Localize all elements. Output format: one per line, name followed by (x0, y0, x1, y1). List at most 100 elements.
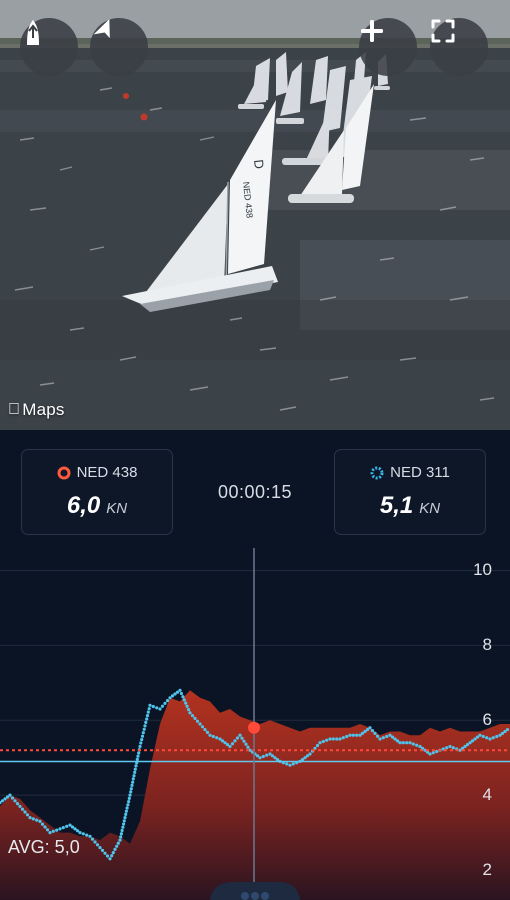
series-point-ned311 (38, 819, 42, 823)
series-point-ned311 (165, 699, 170, 703)
cursor-marker (248, 721, 260, 734)
series-point-ned311 (131, 777, 135, 781)
series-point-ned311 (431, 751, 435, 755)
series-point-ned311 (185, 704, 189, 708)
series-point-ned311 (338, 737, 342, 741)
fullscreen-button[interactable] (430, 18, 488, 76)
series-point-ned311 (411, 742, 415, 746)
series-point-ned311 (261, 754, 265, 759)
y-tick-label: 4 (482, 785, 492, 805)
series-point-ned311 (134, 764, 138, 768)
series-point-ned311 (451, 746, 455, 750)
series-point-ned311 (478, 733, 482, 737)
series-point-ned311 (125, 806, 129, 810)
series-point-ned311 (20, 807, 25, 811)
series-point-ned311 (505, 728, 510, 732)
series-point-ned311 (148, 703, 152, 707)
navigate-button[interactable] (90, 18, 148, 76)
race-timer: 00:00:15 (217, 482, 293, 502)
boat-card-ned311[interactable]: NED 311 5,1 KN (334, 449, 486, 535)
series-point-ned311 (285, 762, 289, 766)
series-point-ned311 (233, 739, 237, 743)
series-point-ned311 (28, 816, 32, 820)
series-point-ned311 (205, 730, 210, 734)
series-point-ned311 (105, 854, 110, 858)
zoom-in-button[interactable] (359, 18, 417, 76)
series-point-ned311 (90, 837, 95, 841)
apple-logo-icon:  (8, 401, 20, 419)
y-tick-label: 8 (482, 635, 492, 655)
series-point-ned311 (108, 857, 112, 861)
series-point-ned311 (88, 834, 92, 838)
series-point-ned311 (110, 854, 114, 858)
series-point-ned311 (10, 796, 15, 800)
boat-card-ned438[interactable]: NED 438 6,0 KN (21, 449, 173, 535)
series-point-ned311 (184, 701, 188, 705)
series-point-ned311 (160, 704, 165, 708)
race-video[interactable]: D NED 438 Maps (0, 0, 510, 430)
series-point-ned311 (240, 736, 244, 740)
series-point-ned311 (124, 809, 128, 813)
series-point-ned311 (495, 734, 499, 739)
series-point-ned311 (131, 780, 135, 784)
series-point-ned311 (193, 716, 197, 720)
series-point-ned311 (321, 739, 325, 744)
series-point-ned311 (115, 844, 119, 848)
series-point-ned311 (23, 810, 27, 814)
series-point-ned311 (45, 828, 50, 832)
series-point-ned311 (127, 800, 131, 804)
series-point-ned311 (129, 787, 133, 791)
series-point-ned311 (158, 707, 162, 711)
speed-chart[interactable]: AVG: 5,0 10 8 6 4 2 (0, 548, 510, 900)
series-point-ned311 (133, 767, 137, 771)
series-point-ned311 (25, 813, 30, 817)
series-point-ned311 (61, 826, 65, 830)
boat-heading-button[interactable] (20, 18, 78, 76)
series-point-ned311 (65, 824, 69, 828)
series-point-ned311 (151, 704, 155, 709)
series-point-ned311 (35, 818, 39, 822)
series-point-ned311 (190, 714, 195, 718)
series-point-ned311 (215, 736, 219, 740)
boat-speed: 6,0 (66, 492, 101, 519)
series-point-ned311 (355, 733, 359, 737)
series-point-ned311 (141, 731, 145, 735)
navigation-arrow-icon (93, 19, 110, 39)
series-point-ned311 (481, 734, 485, 739)
series-point-ned311 (100, 848, 105, 852)
series-point-ned311 (119, 832, 123, 836)
series-point-ned311 (405, 741, 409, 745)
average-label: AVG: 5,0 (8, 837, 80, 857)
series-point-ned311 (140, 738, 144, 742)
series-point-ned311 (123, 816, 127, 820)
series-point-ned311 (138, 744, 142, 749)
series-point-ned311 (137, 751, 141, 755)
series-point-ned311 (325, 738, 329, 742)
series-point-ned311 (408, 741, 412, 745)
svg-text:D: D (251, 159, 267, 170)
series-point-ned311 (235, 736, 240, 740)
series-point-ned311 (122, 819, 126, 823)
series-point-ned311 (43, 825, 47, 829)
series-point-ned311 (81, 832, 85, 836)
series-point-ned311 (187, 708, 191, 712)
series-point-ned311 (188, 711, 192, 715)
series-point-ned311 (146, 710, 150, 714)
series-point-ned311 (119, 835, 123, 839)
series-point-ned311 (485, 736, 489, 740)
series-point-ned311 (328, 737, 332, 741)
series-point-ned311 (122, 822, 126, 826)
series-point-ned311 (48, 831, 52, 835)
dotted-ring-icon (370, 466, 384, 479)
series-point-ned311 (95, 843, 100, 847)
series-point-ned311 (315, 743, 320, 748)
series-point-ned311 (120, 828, 124, 833)
series-point-ned311 (318, 741, 322, 745)
series-point-ned311 (385, 734, 389, 739)
series-point-ned311 (93, 840, 97, 844)
series-point-ned311 (368, 726, 372, 730)
series-point-ned311 (373, 731, 377, 735)
series-point-ned311 (15, 802, 20, 806)
series-point-ned311 (142, 727, 146, 731)
series-point-ned311 (398, 741, 402, 745)
